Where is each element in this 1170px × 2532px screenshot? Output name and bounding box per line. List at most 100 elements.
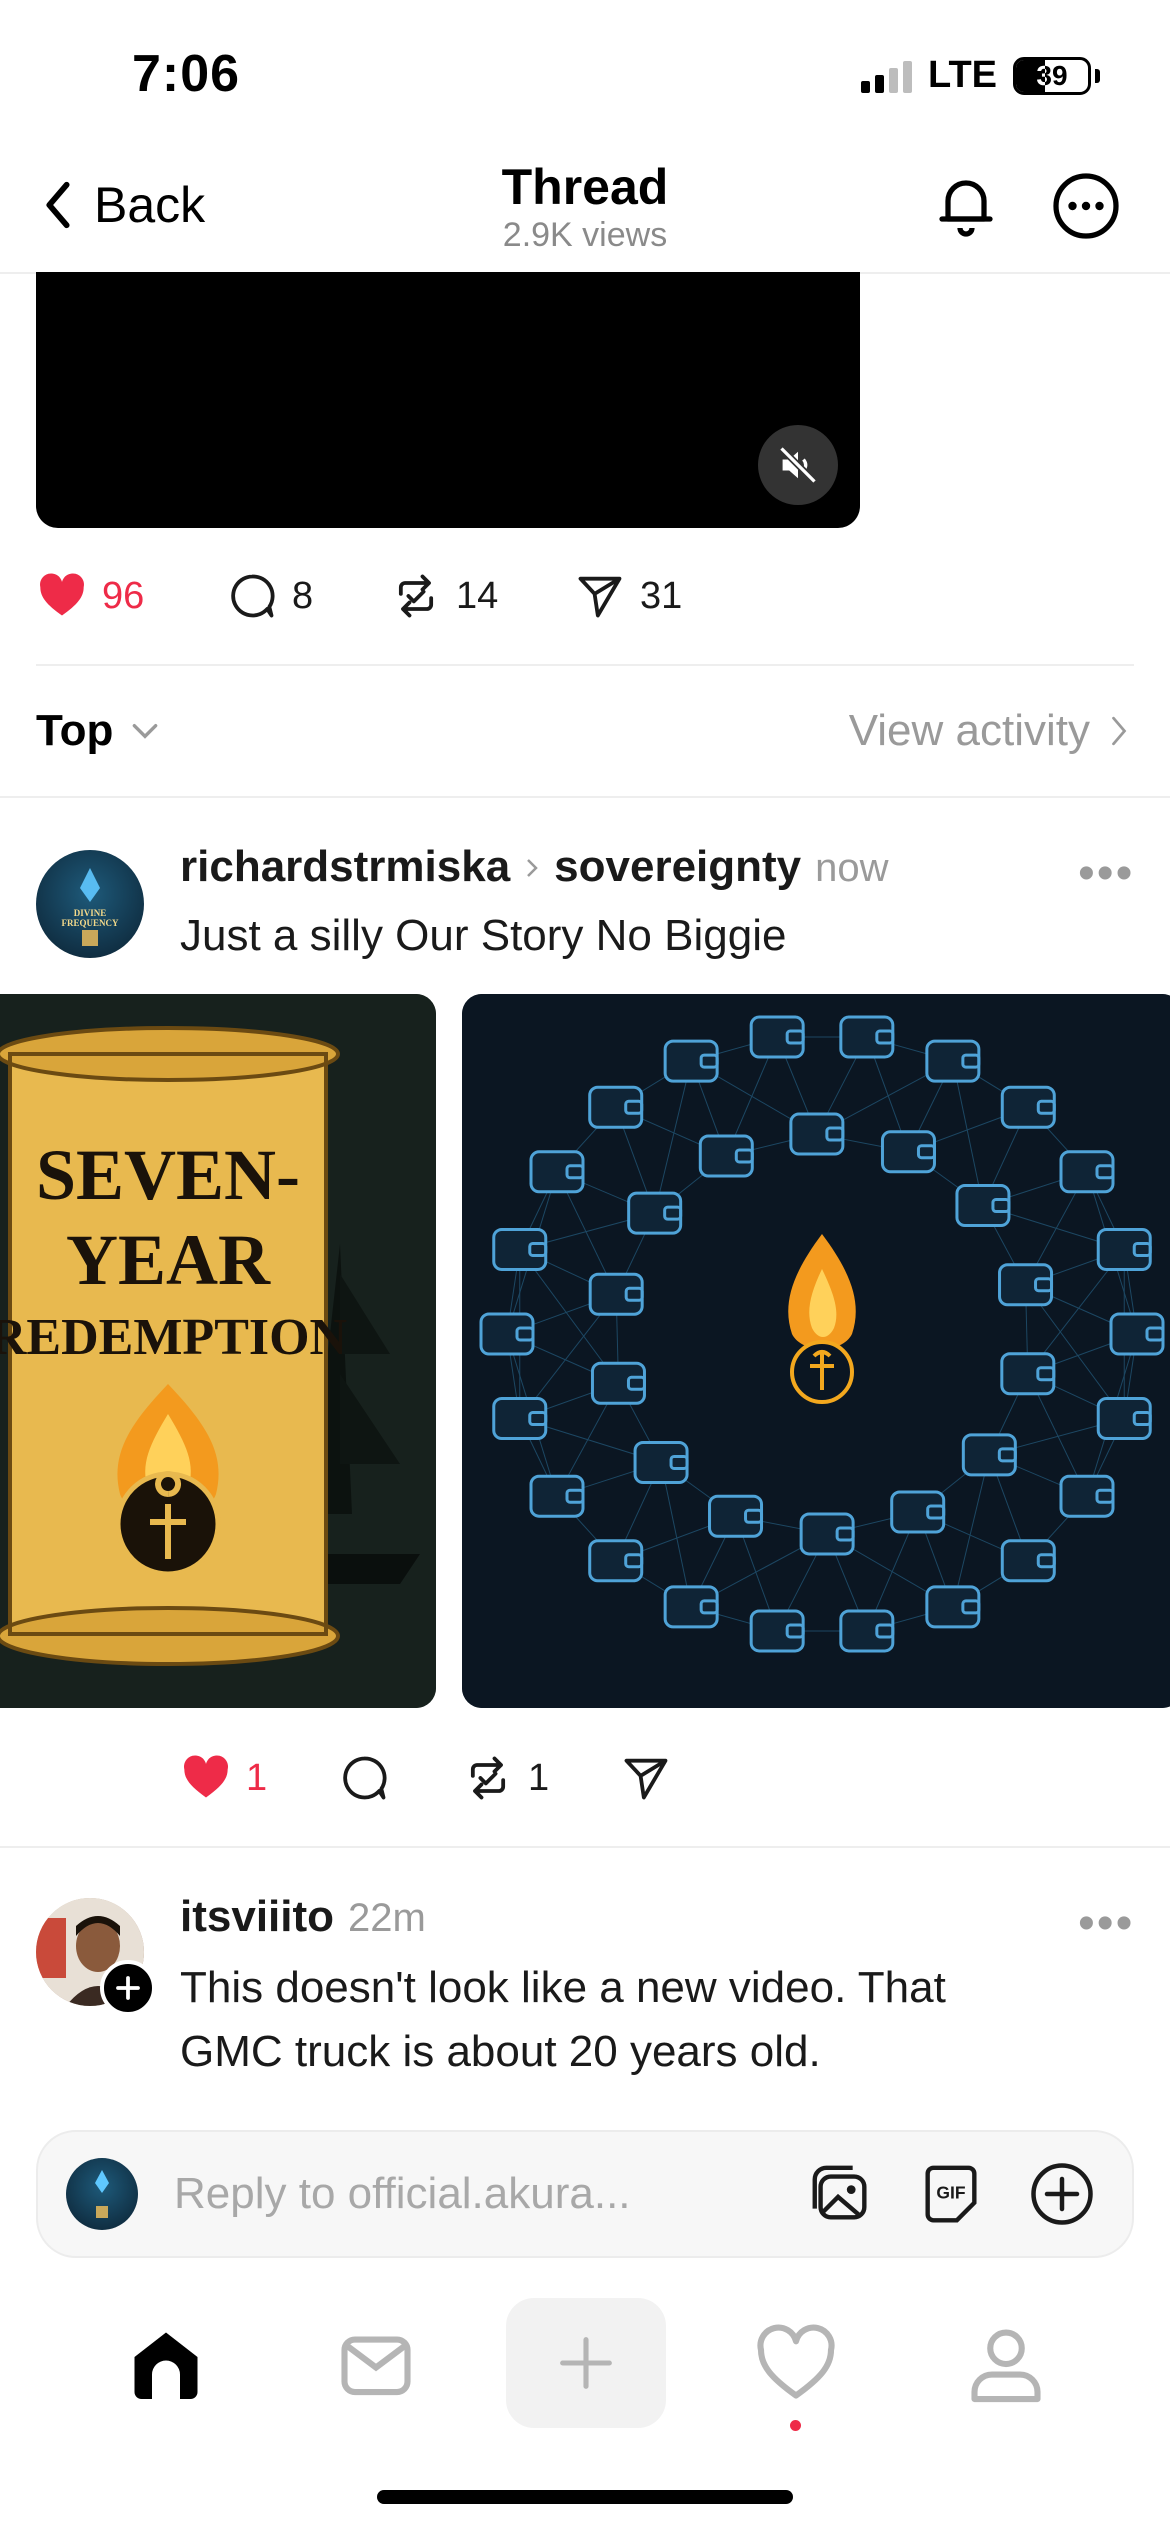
wallet-icon [749,1609,805,1653]
compose-button[interactable] [506,2298,666,2428]
like-button[interactable]: 1 [180,1752,267,1804]
view-activity-link[interactable]: View activity [849,706,1130,756]
wallet-icon [799,1512,855,1556]
sort-divider [0,796,1170,798]
repost-count: 14 [456,574,499,617]
post-divider [0,1846,1170,1848]
heart-icon[interactable] [754,2322,838,2406]
wallet-icon [663,1585,719,1629]
wallet-icon [588,1085,644,1129]
wallet-icon [698,1134,754,1178]
comment-text-line1: This doesn't look like a new video. That [180,1963,946,2012]
chevron-right-icon [1112,716,1127,746]
bell-icon[interactable] [930,168,1002,240]
post-more-button[interactable]: ••• [1078,1896,1134,1951]
post-time: 22m [348,1896,426,1940]
signal-icon [861,59,913,93]
more-options-icon[interactable] [1050,170,1122,242]
post-more-button[interactable]: ••• [1078,846,1134,901]
video-player[interactable] [36,272,860,528]
like-count: 96 [102,574,145,617]
heart-filled-icon [184,1755,229,1798]
wallet-icon [789,1112,845,1156]
svg-text:DIVINE: DIVINE [74,908,107,918]
actions-divider [36,664,1134,666]
post-text: Just a silly Our Story No Biggie [180,911,787,960]
follow-button[interactable] [100,1960,156,2016]
send-icon [578,576,622,618]
view-activity-label: View activity [848,706,1090,755]
comment-icon [343,1756,387,1800]
wallet-icon [492,1227,548,1271]
wallet-icon [890,1490,946,1534]
wallet-icon [1059,1150,1115,1194]
reply-input[interactable]: Reply to official.akura... [174,2169,806,2219]
wallet-icon [529,1150,585,1194]
sort-dropdown[interactable]: Top [36,706,161,756]
heart-filled-icon [40,573,85,616]
wallet-icon [880,1130,936,1174]
home-icon[interactable] [124,2322,208,2406]
plus-icon [560,2337,612,2389]
post-image-wallets[interactable] [462,994,1170,1708]
wallet-icon [1109,1312,1165,1356]
photo-icon[interactable] [806,2159,876,2229]
chevron-down-icon [133,724,158,739]
post-meta: itsviiito 22m [180,1892,426,1942]
wallet-icon [479,1312,535,1356]
gif-icon[interactable]: GIF [916,2159,986,2229]
post-image-scroll[interactable]: SEVEN- YEAR REDEMPTION [0,994,436,1708]
comment-button[interactable] [338,1752,390,1804]
username[interactable]: itsviiito [180,1892,334,1942]
sort-label: Top [36,706,114,755]
wallet-icon [749,1015,805,1059]
share-button[interactable]: 31 [574,570,682,622]
wallet-icon [839,1609,895,1653]
scroll-title-1: SEVEN- [36,1135,300,1215]
wallet-icon [925,1585,981,1629]
wallet-icon [492,1397,548,1441]
notification-dot [790,2420,801,2431]
wallet-icon [633,1440,689,1484]
username[interactable]: richardstrmiska [180,842,510,892]
wallet-icon [590,1361,646,1405]
svg-text:GIF: GIF [936,2182,965,2202]
comment-icon [231,574,275,618]
wallet-icon [961,1433,1017,1477]
avatar[interactable]: DIVINE FREQUENCY [36,850,144,958]
wallet-icon [588,1539,644,1583]
profile-icon[interactable] [964,2322,1048,2406]
avatar [66,2158,138,2230]
like-count: 1 [246,1756,268,1799]
repost-button[interactable]: 14 [390,570,498,622]
repost-button[interactable]: 1 [462,1752,549,1804]
inbox-icon[interactable] [334,2322,418,2406]
wallet-icon [663,1039,719,1083]
share-button[interactable] [620,1752,672,1804]
mute-button[interactable] [758,425,838,505]
wallet-icon [839,1015,895,1059]
scroll-title-3: REDEMPTION [0,1309,347,1366]
wallet-icon [925,1039,981,1083]
wallet-icon [1096,1397,1152,1441]
share-count: 31 [640,574,683,617]
topic-tag[interactable]: sovereignty [554,842,801,892]
home-indicator [377,2490,793,2504]
add-circle-icon[interactable] [1026,2158,1098,2230]
wallet-icon [1000,1085,1056,1129]
wallet-icon [998,1263,1054,1307]
post-meta: richardstrmiska sovereignty now [180,842,889,892]
comment-button[interactable]: 8 [226,570,313,622]
send-icon [624,1758,668,1800]
repost-icon [470,1756,506,1800]
wallet-icon [955,1184,1011,1228]
repost-count: 1 [528,1756,550,1799]
wallet-icon [1059,1474,1115,1518]
like-button[interactable]: 96 [36,570,144,622]
status-time: 7:06 [132,45,241,103]
scroll-title-2: YEAR [66,1220,271,1300]
repost-icon [398,574,434,618]
wallet-icon [1096,1227,1152,1271]
wallet-icon [588,1272,644,1316]
reply-bar: Reply to official.akura... GIF [36,2130,1134,2258]
